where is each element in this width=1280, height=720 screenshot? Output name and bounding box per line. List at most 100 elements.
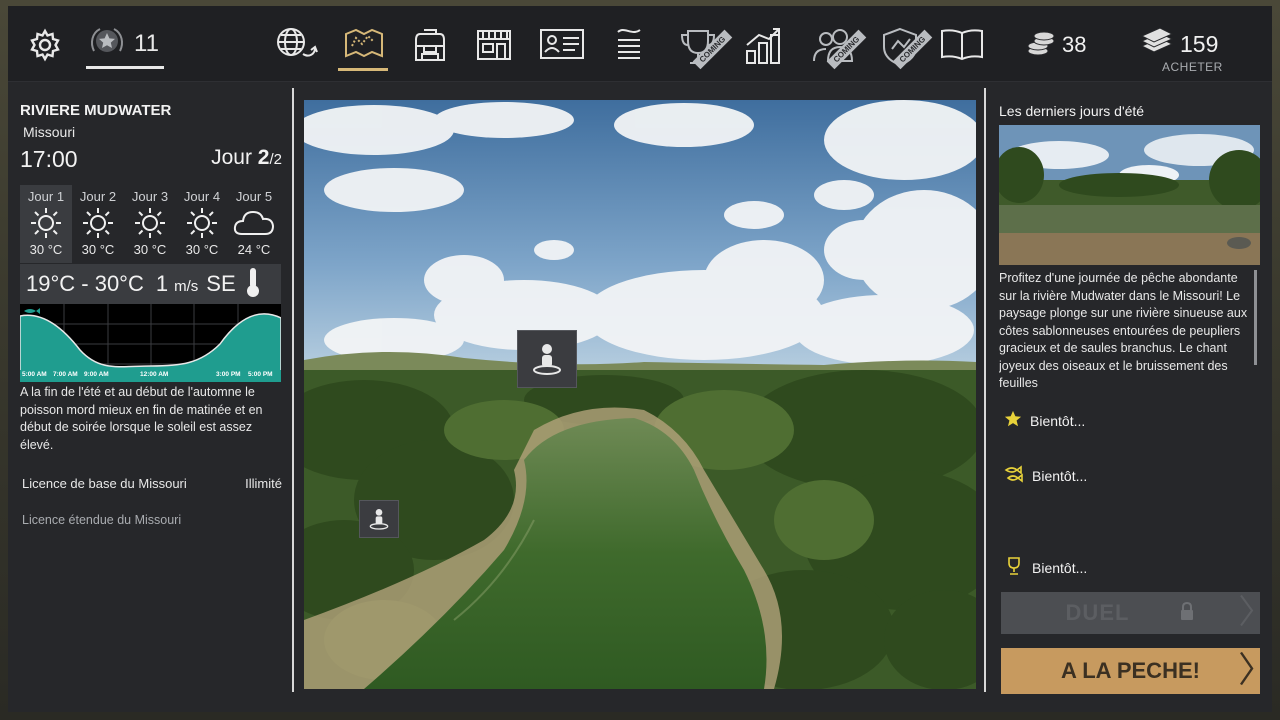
globe-icon[interactable]: [272, 24, 320, 64]
checklist-icon[interactable]: [608, 24, 650, 64]
forecast-day[interactable]: Jour 5 24 °C: [228, 185, 280, 263]
angler-icon: [369, 508, 389, 530]
temp-range: 19°C - 30°C: [26, 271, 144, 296]
cash-counter[interactable]: 159: [1140, 26, 1219, 61]
reward-row: Bientôt...: [1004, 410, 1085, 431]
fish-icon: [1004, 464, 1024, 487]
coins-amount: 38: [1062, 32, 1087, 57]
left-divider: [292, 88, 294, 692]
forecast-day[interactable]: Jour 1 30 °C: [20, 185, 72, 263]
graph-label-1: 7:00 AM: [53, 371, 78, 378]
map-tab-underline: [338, 68, 388, 71]
event-panel: Les derniers jours d'été Profitez d'une …: [990, 88, 1272, 708]
settings-gear-icon[interactable]: [26, 26, 64, 64]
forecast-temp: 30 °C: [29, 242, 63, 257]
reward-label: Bientôt...: [1032, 467, 1088, 484]
stats-icon[interactable]: [742, 24, 784, 66]
day-label: Jour: [211, 146, 252, 169]
chevron-right-icon: [1238, 594, 1254, 633]
forecast-day[interactable]: Jour 4 30 °C: [176, 185, 228, 263]
rank-star-icon: [88, 25, 126, 64]
trophy-icon[interactable]: COMING: [676, 24, 733, 70]
graph-label-3: 12:00 AM: [140, 371, 169, 378]
extended-license-label[interactable]: Licence étendue du Missouri: [22, 513, 181, 527]
sun-icon: [185, 206, 219, 240]
right-divider: [984, 88, 986, 692]
buy-link[interactable]: ACHETER: [1162, 60, 1223, 74]
shop-icon[interactable]: [474, 24, 514, 64]
fishing-spot-pin[interactable]: [359, 500, 399, 538]
license-icon[interactable]: [538, 26, 586, 62]
duel-label: DUEL: [1065, 600, 1130, 625]
day-counter: Jour 2/2: [211, 146, 282, 170]
go-fishing-button[interactable]: A LA PECHE!: [1001, 648, 1260, 694]
sun-icon: [81, 206, 115, 240]
level-underline: [86, 66, 164, 69]
backpack-icon[interactable]: [410, 24, 450, 64]
game-time: 17:00: [20, 146, 78, 172]
wind-direction: SE: [206, 271, 236, 296]
forecast-day-label: Jour 2: [79, 189, 117, 204]
cash-stack-icon: [1140, 26, 1174, 61]
chevron-right-icon: [1238, 651, 1254, 692]
reward-label: Bientôt...: [1030, 412, 1086, 429]
forecast-day-label: Jour 5: [235, 189, 273, 204]
graph-label-2: 9:00 AM: [84, 371, 109, 378]
forecast-day-label: Jour 3: [131, 189, 169, 204]
sun-icon: [29, 206, 63, 240]
duel-button[interactable]: DUEL: [1001, 592, 1260, 634]
trophy-icon: [1004, 556, 1024, 579]
location-title: RIVIERE MUDWATER: [20, 102, 172, 119]
coins-counter[interactable]: 38: [1026, 30, 1086, 60]
cloud-icon: [232, 206, 276, 240]
location-state: Missouri: [23, 124, 76, 140]
map-icon[interactable]: [340, 24, 388, 64]
reward-row: Bientôt...: [1004, 556, 1087, 579]
coins-icon: [1026, 29, 1056, 62]
day-total: /2: [269, 151, 282, 168]
player-level[interactable]: 11: [88, 26, 159, 62]
forecast-day-label: Jour 4: [183, 189, 221, 204]
event-preview-image: [999, 125, 1260, 265]
event-title: Les derniers jours d'été: [999, 103, 1145, 119]
location-panel: RIVIERE MUDWATER Missouri 17:00 Jour 2/2…: [8, 88, 290, 708]
thermometer-icon: [246, 266, 260, 303]
top-bar: 11 COMING COMING COMING 38 159 ACHETER: [8, 6, 1272, 82]
go-fishing-label: A LA PECHE!: [1061, 658, 1200, 683]
wind-unit: m/s: [174, 278, 199, 295]
forecast-temp: 30 °C: [81, 242, 115, 257]
fish-icon: [24, 308, 40, 314]
star-icon: [1004, 410, 1022, 431]
reward-row: Bientôt...: [1004, 464, 1087, 487]
wind-speed: 1: [155, 271, 169, 296]
friends-icon[interactable]: COMING: [808, 24, 867, 70]
forecast-day[interactable]: Jour 2 30 °C: [72, 185, 124, 263]
day-current: 2: [257, 146, 270, 169]
graph-label-5: 5:00 PM: [248, 371, 273, 378]
current-conditions: 19°C - 30°C 1 m/s SE: [20, 264, 281, 304]
book-icon[interactable]: [938, 26, 986, 62]
forecast-temp: 30 °C: [133, 242, 167, 257]
forecast-day-label: Jour 1: [27, 189, 65, 204]
forecast-day[interactable]: Jour 3 30 °C: [124, 185, 176, 263]
angler-icon: [532, 343, 562, 375]
shield-icon[interactable]: COMING: [874, 24, 933, 70]
graph-label-4: 3:00 PM: [216, 371, 241, 378]
fish-activity-graph: 5:00 AM 7:00 AM 9:00 AM 12:00 AM 3:00 PM…: [19, 304, 282, 382]
location-map-view[interactable]: [304, 100, 976, 689]
description-scrollbar[interactable]: [1254, 270, 1257, 365]
forecast-temp: 30 °C: [185, 242, 219, 257]
base-license-label[interactable]: Licence de base du Missouri: [22, 476, 187, 491]
level-number: 11: [134, 30, 159, 57]
fishing-spot-pin[interactable]: [517, 330, 577, 388]
sun-icon: [133, 206, 167, 240]
cash-amount: 159: [1180, 30, 1219, 57]
weather-forecast: Jour 1 30 °C Jour 2 30 °C Jour 3 30 °C J…: [20, 185, 281, 263]
forecast-temp: 24 °C: [237, 242, 271, 257]
lock-icon: [1179, 601, 1195, 626]
game-window: 11 COMING COMING COMING 38 159 ACHETER R…: [8, 6, 1272, 712]
fishing-tip-text: A la fin de l'été et au début de l'autom…: [20, 385, 263, 452]
event-description: Profitez d'une journée de pêche abondant…: [999, 271, 1248, 390]
base-license-value: Illimité: [245, 476, 282, 491]
reward-label: Bientôt...: [1032, 559, 1088, 576]
